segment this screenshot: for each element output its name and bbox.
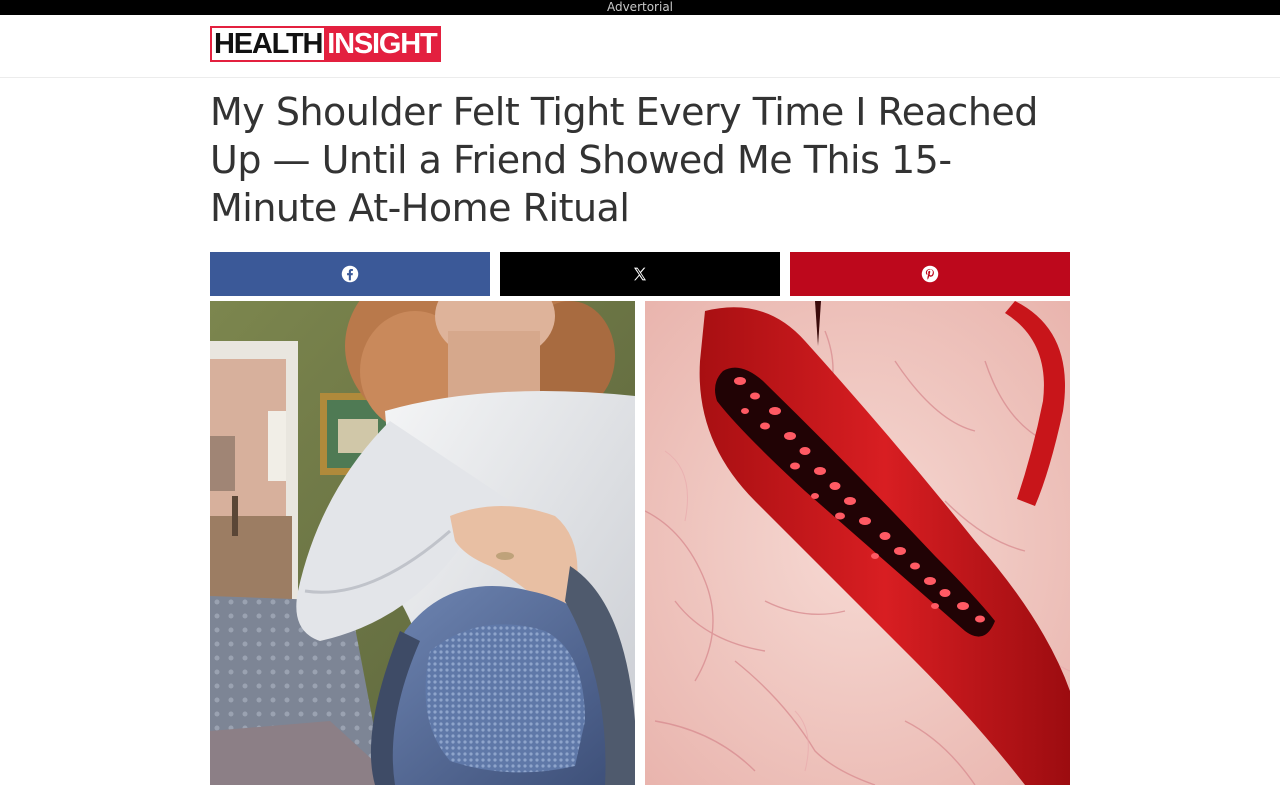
site-header: HEALTH INSIGHT: [0, 15, 1280, 78]
pinterest-share-button[interactable]: [790, 252, 1070, 296]
advertorial-label: Advertorial: [606, 0, 674, 14]
article-headline: My Shoulder Felt Tight Every Time I Reac…: [210, 90, 1038, 230]
x-icon: [634, 267, 646, 281]
site-logo[interactable]: HEALTH INSIGHT: [210, 26, 442, 62]
facebook-icon: [341, 265, 359, 283]
blood-vessel-illustration: [645, 301, 1070, 785]
facebook-share-button[interactable]: [210, 252, 490, 296]
logo-insight-text: INSIGHT: [324, 28, 440, 60]
share-buttons: [210, 252, 1070, 296]
advertorial-bar: Advertorial: [0, 0, 1280, 15]
pinterest-icon: [921, 265, 939, 283]
woman-shoulder-brace-photo: [210, 301, 635, 785]
x-share-button[interactable]: [500, 252, 780, 296]
logo-health-text: HEALTH: [212, 28, 325, 60]
hero-images: [210, 301, 1070, 785]
